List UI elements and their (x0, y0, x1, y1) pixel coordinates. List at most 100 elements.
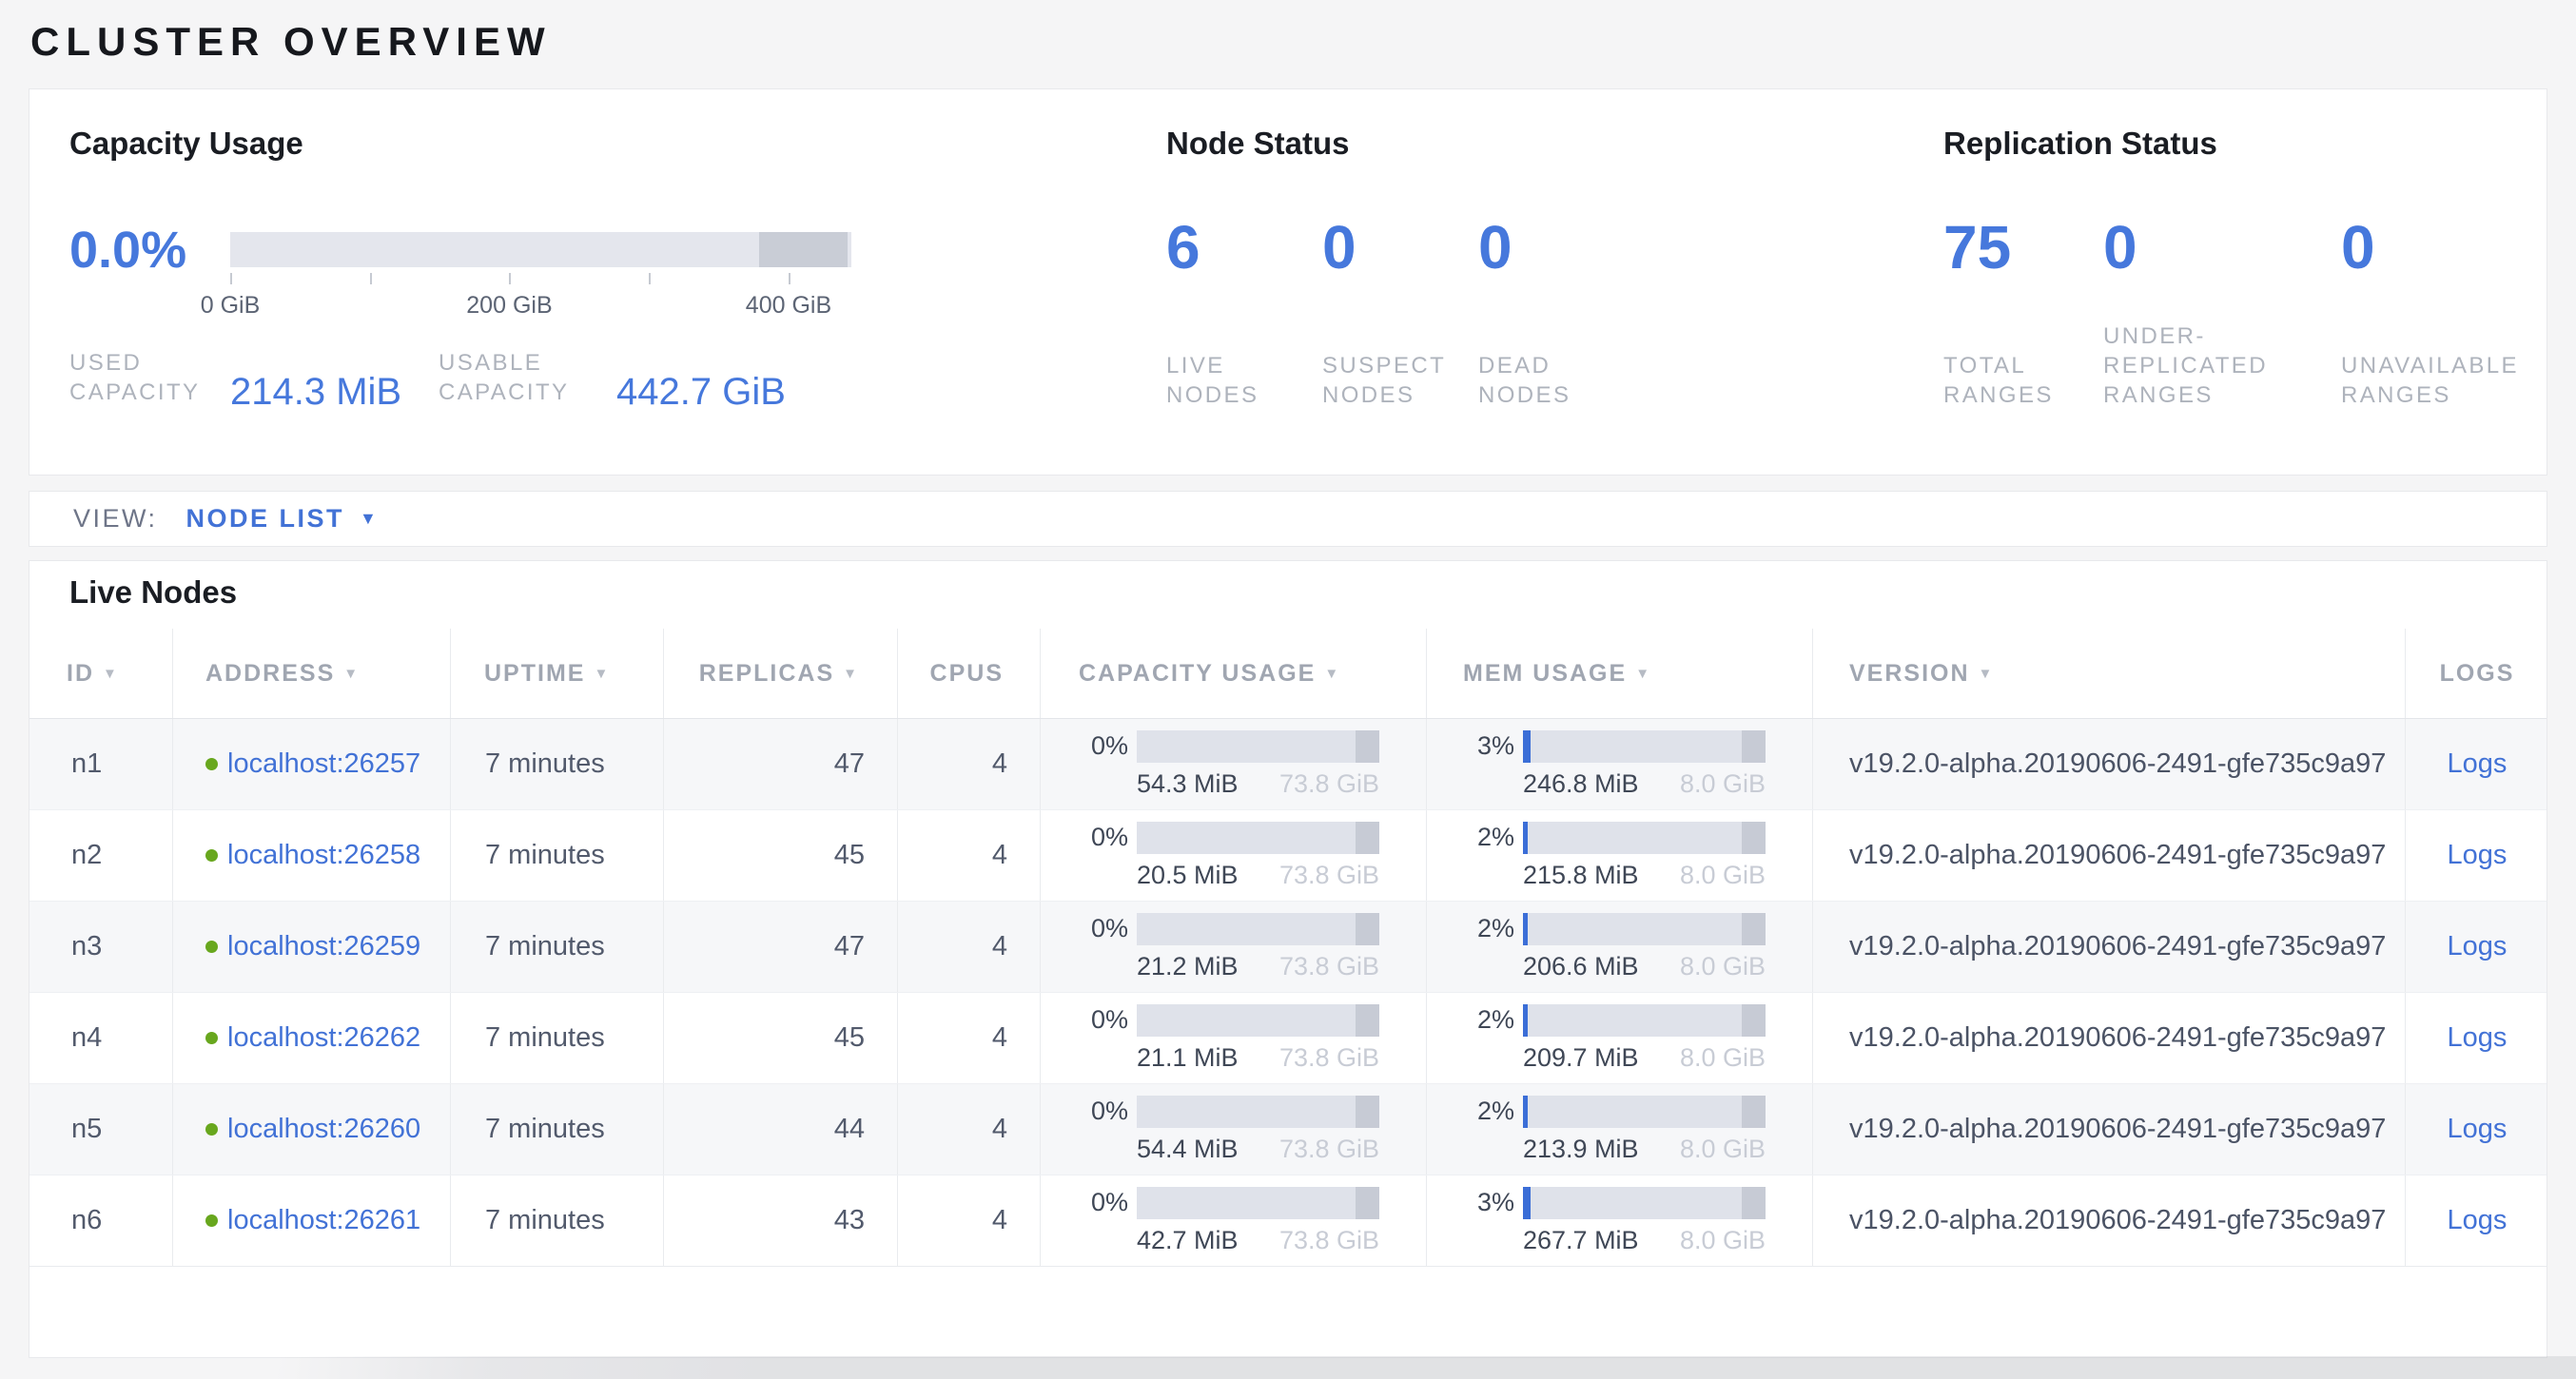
stat-label-line: NODES (1166, 380, 1322, 410)
capacity-used-value: 21.2 MiB (1137, 952, 1239, 981)
total-ranges-label: TOTAL RANGES (1943, 291, 2103, 410)
sort-desc-icon: ▼ (103, 666, 119, 682)
sort-desc-icon: ▼ (343, 666, 360, 682)
capacity-bar-reserved-segment (1356, 822, 1380, 854)
sort-desc-icon: ▼ (1635, 666, 1651, 682)
mem-mini-bar (1523, 1004, 1766, 1037)
node-address-cell: localhost:26260 (173, 1084, 451, 1175)
table-row: n4 localhost:26262 7 minutes 45 4 0% 21.… (29, 993, 2547, 1084)
capacity-used-value: 42.7 MiB (1137, 1226, 1239, 1255)
mem-percent: 2% (1463, 914, 1514, 943)
column-header-label: ID (67, 660, 94, 688)
sort-desc-icon: ▼ (843, 666, 859, 682)
node-id-cell: n1 (29, 719, 173, 809)
capacity-used-value: 21.1 MiB (1137, 1043, 1239, 1073)
capacity-mini-bar (1137, 822, 1379, 854)
cpus-cell: 4 (898, 1175, 1041, 1266)
mem-bar-reserved-segment (1742, 913, 1766, 945)
replicas-cell: 47 (664, 902, 898, 992)
capacity-usage-cell: 0% 42.7 MiB73.8 GiB (1041, 1175, 1427, 1266)
node-address-link[interactable]: localhost:26259 (227, 931, 420, 962)
capacity-used-value: 54.4 MiB (1137, 1135, 1239, 1164)
axis-tick (649, 273, 651, 284)
replication-status-heading: Replication Status (1943, 126, 2217, 162)
logs-link[interactable]: Logs (2448, 931, 2508, 962)
capacity-percent: 0% (1077, 731, 1128, 761)
mem-bar-reserved-segment (1742, 822, 1766, 854)
stat-label-line: UNAVAILABLE (2341, 351, 2519, 380)
capacity-usage-cell: 0% 20.5 MiB73.8 GiB (1041, 810, 1427, 901)
node-address-link[interactable]: localhost:26260 (227, 1114, 420, 1145)
logs-link[interactable]: Logs (2448, 748, 2508, 780)
logs-link[interactable]: Logs (2448, 840, 2508, 871)
column-header-label: UPTIME (484, 660, 585, 688)
uptime-cell: 7 minutes (451, 810, 664, 901)
view-dropdown[interactable]: NODE LIST ▼ (186, 504, 377, 534)
logs-cell: Logs (2406, 719, 2548, 809)
replicas-cell: 45 (664, 810, 898, 901)
axis-tick-label: 0 GiB (201, 292, 261, 320)
view-dropdown-value[interactable]: NODE LIST (186, 504, 345, 534)
stat-label-line: SUSPECT (1322, 351, 1478, 380)
node-address-link[interactable]: localhost:26258 (227, 840, 420, 871)
sort-desc-icon: ▼ (1324, 666, 1340, 682)
table-header-row: ID▼ ADDRESS▼ UPTIME▼ REPLICAS▼ CPUS CAPA… (29, 629, 2547, 719)
column-header-uptime[interactable]: UPTIME▼ (451, 629, 664, 718)
axis-tick (370, 273, 372, 284)
node-address-link[interactable]: localhost:26262 (227, 1022, 420, 1054)
uptime-cell: 7 minutes (451, 719, 664, 809)
uptime-cell: 7 minutes (451, 1084, 664, 1175)
live-nodes-stat: 6 LIVE NODES (1166, 217, 1322, 410)
uptime-cell: 7 minutes (451, 1175, 664, 1266)
logs-cell: Logs (2406, 810, 2548, 901)
mem-bar-fill (1523, 913, 1528, 945)
cpus-cell: 4 (898, 993, 1041, 1083)
column-header-replicas[interactable]: REPLICAS▼ (664, 629, 898, 718)
logs-link[interactable]: Logs (2448, 1022, 2508, 1054)
column-header-label: VERSION (1849, 660, 1970, 688)
column-header-id[interactable]: ID ▼ (29, 629, 173, 718)
stat-label-line: REPLICATED (2103, 351, 2341, 380)
mem-used-value: 215.8 MiB (1523, 861, 1639, 890)
page-title: CLUSTER OVERVIEW (30, 19, 552, 65)
node-status-stats: 6 LIVE NODES 0 SUSPECT NODES 0 DEAD NODE… (1166, 217, 1571, 410)
mem-bar-reserved-segment (1742, 730, 1766, 763)
mem-total-value: 8.0 GiB (1680, 769, 1766, 799)
mem-used-value: 267.7 MiB (1523, 1226, 1639, 1255)
live-nodes-card: Live Nodes ID▼ ADDRESS▼ UPTIME▼ REPLICAS… (29, 560, 2547, 1358)
logs-link[interactable]: Logs (2448, 1205, 2508, 1236)
replicas-cell: 47 (664, 719, 898, 809)
mem-percent: 2% (1463, 823, 1514, 852)
table-row: n5 localhost:26260 7 minutes 44 4 0% 54.… (29, 1084, 2547, 1175)
uptime-cell: 7 minutes (451, 902, 664, 992)
usable-capacity-stat: USABLE CAPACITY 442.7 GiB (439, 348, 786, 407)
capacity-mini-bar (1137, 1187, 1379, 1219)
unavailable-ranges-stat: 0 UNAVAILABLE RANGES (2341, 217, 2519, 410)
stat-label-line: NODES (1478, 380, 1571, 410)
capacity-used-value: 20.5 MiB (1137, 861, 1239, 890)
total-ranges-stat: 75 TOTAL RANGES (1943, 217, 2103, 410)
capacity-bar-reserved-segment (1356, 913, 1380, 945)
live-status-icon (205, 941, 218, 953)
table-row: n1 localhost:26257 7 minutes 47 4 0% 54.… (29, 719, 2547, 810)
live-nodes-table: ID▼ ADDRESS▼ UPTIME▼ REPLICAS▼ CPUS CAPA… (29, 629, 2547, 1267)
table-row: n3 localhost:26259 7 minutes 47 4 0% 21.… (29, 902, 2547, 993)
mem-mini-bar (1523, 822, 1766, 854)
mem-usage-cell: 3% 267.7 MiB8.0 GiB (1427, 1175, 1813, 1266)
version-cell: v19.2.0-alpha.20190606-2491-gfe735c9a97 (1813, 993, 2406, 1083)
node-address-link[interactable]: localhost:26261 (227, 1205, 420, 1236)
column-header-address[interactable]: ADDRESS▼ (173, 629, 451, 718)
uptime-cell: 7 minutes (451, 993, 664, 1083)
capacity-usage-cell: 0% 21.1 MiB73.8 GiB (1041, 993, 1427, 1083)
under-replicated-ranges-stat: 0 UNDER- REPLICATED RANGES (2103, 217, 2341, 410)
stat-label-line: DEAD (1478, 351, 1571, 380)
column-header-version[interactable]: VERSION▼ (1813, 629, 2406, 718)
column-header-capacity-usage[interactable]: CAPACITY USAGE▼ (1041, 629, 1427, 718)
mem-usage-cell: 2% 206.6 MiB8.0 GiB (1427, 902, 1813, 992)
stat-label-line: LIVE (1166, 351, 1322, 380)
live-nodes-label: LIVE NODES (1166, 291, 1322, 410)
node-address-link[interactable]: localhost:26257 (227, 748, 420, 780)
mem-total-value: 8.0 GiB (1680, 1135, 1766, 1164)
logs-link[interactable]: Logs (2448, 1114, 2508, 1145)
column-header-mem-usage[interactable]: MEM USAGE▼ (1427, 629, 1813, 718)
